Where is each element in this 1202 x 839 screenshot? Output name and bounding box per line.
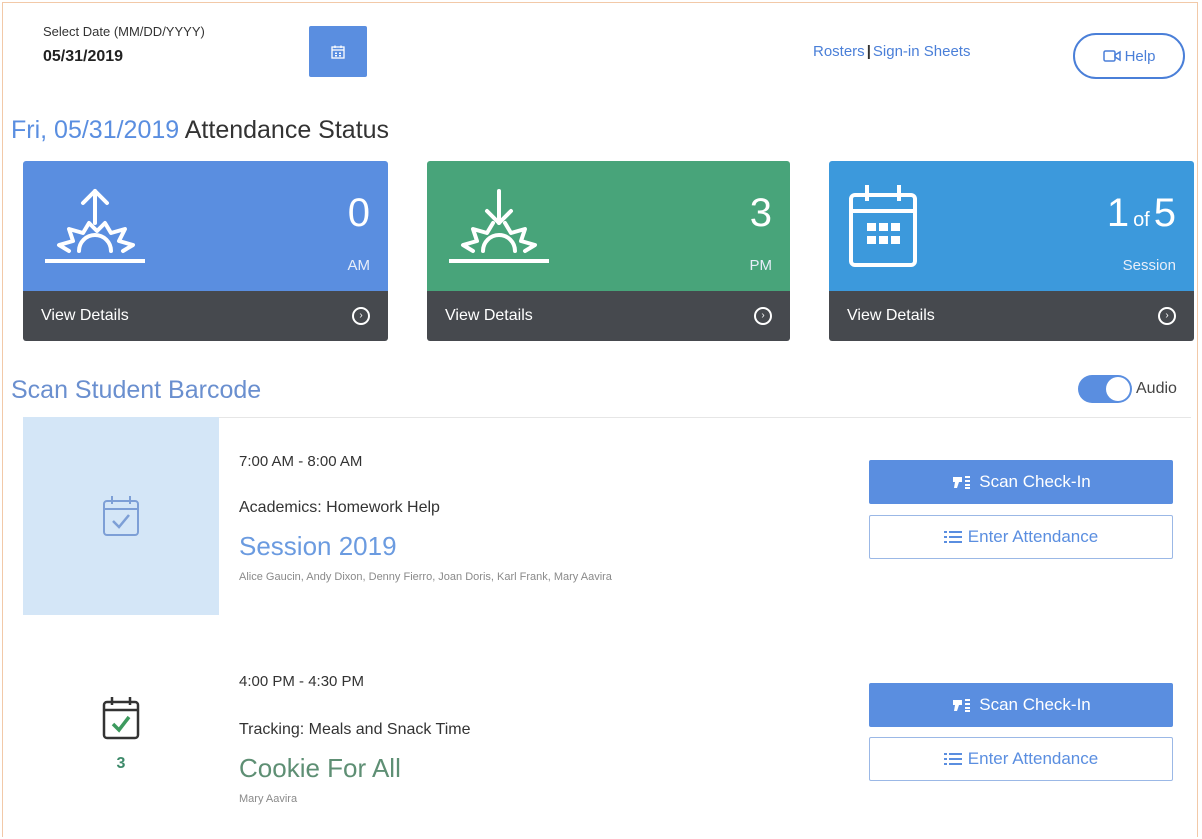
pm-card-top: 3 PM: [427, 161, 790, 291]
scan-check-in-button[interactable]: Scan Check-In: [869, 460, 1173, 504]
session-count-badge: 3: [116, 755, 126, 772]
audio-label: Audio: [1136, 380, 1177, 397]
chevron-right-icon: ›: [754, 307, 772, 325]
view-details-label: View Details: [41, 307, 129, 324]
am-count: 0: [347, 191, 370, 235]
session-current: 1: [1106, 191, 1130, 235]
pm-count: 3: [749, 191, 772, 235]
session-row: 3 4:00 PM - 4:30 PM Tracking: Meals and …: [23, 635, 1191, 833]
attendance-page: Select Date (MM/DD/YYYY) 05/31/2019 Rost…: [2, 2, 1198, 837]
scan-section-title: Scan Student Barcode: [11, 376, 262, 404]
list-icon: [943, 531, 962, 543]
session-status-card: 1 of 5 Session View Details ›: [829, 161, 1194, 341]
session-total: 5: [1153, 191, 1176, 235]
chevron-right-icon: ›: [1158, 307, 1176, 325]
rosters-link[interactable]: Rosters: [813, 43, 865, 60]
view-details-label: View Details: [847, 307, 935, 324]
help-label: Help: [1124, 47, 1156, 65]
sign-in-sheets-link[interactable]: Sign-in Sheets: [873, 43, 971, 60]
status-date: Fri, 05/31/2019: [11, 116, 180, 144]
enter-attendance-button[interactable]: Enter Attendance: [869, 737, 1173, 781]
page-title: Fri, 05/31/2019 Attendance Status: [11, 116, 389, 145]
session-side-panel: [23, 417, 219, 615]
view-details-label: View Details: [445, 307, 533, 324]
session-activity: Academics: Homework Help: [239, 499, 440, 516]
session-count: 1 of 5: [1107, 191, 1176, 236]
session-row: 7:00 AM - 8:00 AM Academics: Homework He…: [23, 417, 1191, 615]
calendar-icon: [331, 45, 345, 59]
session-card-top: 1 of 5 Session: [829, 161, 1194, 291]
link-separator: |: [866, 43, 871, 60]
enter-attendance-label: Enter Attendance: [967, 527, 1099, 546]
pm-unit: PM: [749, 257, 773, 274]
session-side-panel: 3: [23, 635, 219, 833]
session-name[interactable]: Cookie For All: [239, 753, 401, 784]
top-links: Rosters | Sign-in Sheets: [813, 43, 970, 60]
am-view-details[interactable]: View Details ›: [23, 291, 388, 341]
am-card-top: 0 AM: [23, 161, 388, 291]
barcode-scanner-icon: [953, 699, 971, 712]
scan-check-in-button[interactable]: Scan Check-In: [869, 683, 1173, 727]
session-unit: Session: [1122, 257, 1176, 274]
toggle-knob: [1106, 377, 1130, 401]
session-of: of: [1133, 209, 1150, 231]
enter-attendance-label: Enter Attendance: [967, 749, 1099, 768]
scan-check-in-label: Scan Check-In: [979, 472, 1091, 491]
pm-status-card: 3 PM View Details ›: [427, 161, 790, 341]
audio-toggle-group: Audio: [1078, 375, 1177, 403]
session-name[interactable]: Session 2019: [239, 531, 397, 562]
chevron-right-icon: ›: [352, 307, 370, 325]
session-time: 4:00 PM - 4:30 PM: [239, 673, 365, 690]
date-label: Select Date (MM/DD/YYYY): [43, 24, 205, 39]
session-activity: Tracking: Meals and Snack Time: [239, 721, 471, 738]
scan-check-in-label: Scan Check-In: [979, 695, 1091, 714]
sunset-icon: [449, 189, 549, 263]
session-students: Mary Aavira: [239, 793, 298, 805]
session-students: Alice Gaucin, Andy Dixon, Denny Fierro, …: [239, 571, 612, 583]
am-unit: AM: [347, 257, 371, 274]
barcode-scanner-icon: [953, 476, 971, 489]
session-view-details[interactable]: View Details ›: [829, 291, 1194, 341]
sunrise-icon: [45, 189, 145, 263]
pm-view-details[interactable]: View Details ›: [427, 291, 790, 341]
date-input[interactable]: 05/31/2019: [43, 48, 123, 66]
calendar-icon: [849, 185, 917, 267]
audio-toggle[interactable]: [1078, 375, 1132, 403]
status-title-text: Attendance Status: [184, 116, 390, 144]
calendar-check-icon: [103, 496, 139, 536]
help-button[interactable]: Help: [1073, 33, 1185, 79]
list-icon: [943, 753, 962, 765]
calendar-check-icon: [102, 697, 140, 740]
video-icon: [1102, 50, 1121, 62]
am-status-card: 0 AM View Details ›: [23, 161, 388, 341]
session-time: 7:00 AM - 8:00 AM: [239, 453, 363, 470]
calendar-button[interactable]: [309, 26, 367, 77]
enter-attendance-button[interactable]: Enter Attendance: [869, 515, 1173, 559]
